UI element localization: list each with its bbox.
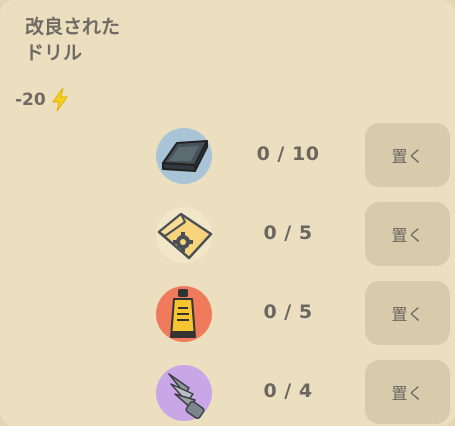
gear-parts-box-icon xyxy=(156,207,213,263)
material-count: 0 / 5 xyxy=(263,222,313,244)
material-row-glue: 0 / 5 置く xyxy=(0,281,455,345)
energy-cost-value: -20 xyxy=(15,90,46,110)
material-count: 0 / 10 xyxy=(256,143,320,165)
place-button-drill[interactable]: 置く xyxy=(365,360,450,424)
material-row-parts: 0 / 5 置く xyxy=(0,202,455,266)
lightning-bolt-icon xyxy=(51,88,68,112)
crafting-panel: 改良された ドリル -20 0 / 10 置く 0 / 5 置く 0 / 5 置… xyxy=(0,0,455,426)
place-button-glue[interactable]: 置く xyxy=(365,281,450,345)
metal-ingot-icon xyxy=(156,128,212,184)
material-row-drill: 0 / 4 置く xyxy=(0,360,455,424)
recipe-title: 改良された ドリル xyxy=(25,16,121,64)
material-row-metal: 0 / 10 置く xyxy=(0,123,455,187)
material-count: 0 / 4 xyxy=(263,380,313,402)
glue-tube-icon xyxy=(156,286,212,342)
place-button-parts[interactable]: 置く xyxy=(365,202,450,266)
energy-cost: -20 xyxy=(15,88,70,112)
place-button-metal[interactable]: 置く xyxy=(365,123,450,187)
drill-bit-icon xyxy=(156,365,212,421)
material-count: 0 / 5 xyxy=(263,301,313,323)
